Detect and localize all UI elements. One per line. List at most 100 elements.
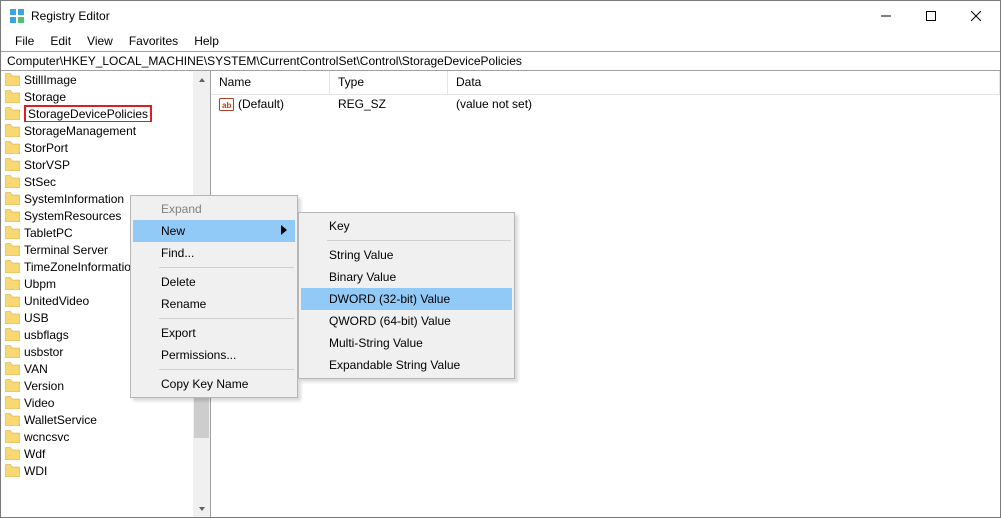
ctx-expand[interactable]: Expand: [133, 198, 295, 220]
tree-item[interactable]: StorPort: [1, 139, 193, 156]
menu-favorites[interactable]: Favorites: [121, 33, 186, 49]
ctx-new-dword32-label: DWORD (32-bit) Value: [329, 292, 450, 306]
menu-separator: [159, 267, 294, 268]
folder-icon: [5, 209, 20, 222]
tree-item[interactable]: wcncsvc: [1, 428, 193, 445]
ctx-new-key-label: Key: [329, 219, 350, 233]
tree-item-label: StSec: [24, 175, 56, 189]
ctx-find-label: Find...: [161, 246, 194, 260]
ctx-copy-key-name-label: Copy Key Name: [161, 377, 248, 391]
ctx-export-label: Export: [161, 326, 196, 340]
registry-editor-window: Registry Editor File Edit View Favorites…: [0, 0, 1001, 518]
tree-item-label: StorPort: [24, 141, 68, 155]
cell-data: (value not set): [448, 97, 1000, 111]
tree-item[interactable]: StorageManagement: [1, 122, 193, 139]
folder-icon: [5, 141, 20, 154]
menubar: File Edit View Favorites Help: [1, 31, 1000, 51]
tree-item[interactable]: WalletService: [1, 411, 193, 428]
ctx-new-string[interactable]: String Value: [301, 244, 512, 266]
tree-item-label: Storage: [24, 90, 66, 104]
list-row[interactable]: ab (Default) REG_SZ (value not set): [211, 95, 1000, 113]
tree-item[interactable]: StillImage: [1, 71, 193, 88]
folder-icon: [5, 379, 20, 392]
folder-icon: [5, 430, 20, 443]
ctx-new[interactable]: New: [133, 220, 295, 242]
ctx-new-label: New: [161, 224, 185, 238]
ctx-delete[interactable]: Delete: [133, 271, 295, 293]
chevron-right-icon: [281, 225, 287, 238]
scroll-down-arrow[interactable]: [193, 500, 210, 517]
tree-item-label: Video: [24, 396, 54, 410]
ctx-find[interactable]: Find...: [133, 242, 295, 264]
tree-item-label: Ubpm: [24, 277, 56, 291]
tree-item-label: Wdf: [24, 447, 45, 461]
tree-item-label: TimeZoneInformation: [24, 260, 138, 274]
tree-item-label: wcncsvc: [24, 430, 69, 444]
menu-help[interactable]: Help: [186, 33, 227, 49]
column-data[interactable]: Data: [448, 71, 1000, 94]
folder-icon: [5, 243, 20, 256]
ctx-new-qword64-label: QWORD (64-bit) Value: [329, 314, 451, 328]
folder-icon: [5, 311, 20, 324]
folder-icon: [5, 413, 20, 426]
folder-icon: [5, 175, 20, 188]
menu-file[interactable]: File: [7, 33, 42, 49]
folder-icon: [5, 90, 20, 103]
close-button[interactable]: [953, 1, 998, 31]
tree-item-label: WalletService: [24, 413, 97, 427]
column-type[interactable]: Type: [330, 71, 448, 94]
tree-item[interactable]: Wdf: [1, 445, 193, 462]
cell-type: REG_SZ: [330, 97, 448, 111]
ctx-expand-label: Expand: [161, 202, 202, 216]
ctx-new-binary-label: Binary Value: [329, 270, 396, 284]
tree-item-label: Terminal Server: [24, 243, 108, 257]
scroll-up-arrow[interactable]: [193, 71, 210, 88]
new-submenu: Key String Value Binary Value DWORD (32-…: [298, 212, 515, 379]
folder-icon: [5, 277, 20, 290]
value-name: (Default): [238, 97, 284, 111]
ctx-new-dword32[interactable]: DWORD (32-bit) Value: [301, 288, 512, 310]
maximize-button[interactable]: [908, 1, 953, 31]
folder-icon: [5, 328, 20, 341]
folder-icon: [5, 73, 20, 86]
ctx-new-expandable-label: Expandable String Value: [329, 358, 460, 372]
regedit-icon: [9, 8, 25, 24]
ctx-export[interactable]: Export: [133, 322, 295, 344]
tree-item[interactable]: StSec: [1, 173, 193, 190]
ctx-permissions[interactable]: Permissions...: [133, 344, 295, 366]
tree-item-label: StorVSP: [24, 158, 70, 172]
ctx-new-key[interactable]: Key: [301, 215, 512, 237]
tree-item-label: Version: [24, 379, 64, 393]
column-name[interactable]: Name: [211, 71, 330, 94]
tree-item-label: SystemInformation: [24, 192, 124, 206]
address-bar[interactable]: Computer\HKEY_LOCAL_MACHINE\SYSTEM\Curre…: [1, 51, 1000, 71]
folder-icon: [5, 107, 20, 120]
menu-separator: [159, 318, 294, 319]
menu-view[interactable]: View: [79, 33, 121, 49]
tree-item-label: VAN: [24, 362, 48, 376]
ctx-new-qword64[interactable]: QWORD (64-bit) Value: [301, 310, 512, 332]
titlebar: Registry Editor: [1, 1, 1000, 31]
ctx-copy-key-name[interactable]: Copy Key Name: [133, 373, 295, 395]
tree-item-label: USB: [24, 311, 49, 325]
menu-edit[interactable]: Edit: [42, 33, 79, 49]
ctx-new-expandable[interactable]: Expandable String Value: [301, 354, 512, 376]
minimize-button[interactable]: [863, 1, 908, 31]
ctx-new-multistring[interactable]: Multi-String Value: [301, 332, 512, 354]
tree-item[interactable]: Storage: [1, 88, 193, 105]
tree-item-label: WDI: [24, 464, 47, 478]
main-area: StillImageStorageStorageDevicePoliciesSt…: [1, 71, 1000, 517]
tree-item[interactable]: WDI: [1, 462, 193, 479]
folder-icon: [5, 192, 20, 205]
tree-item[interactable]: StorageDevicePolicies: [1, 105, 193, 122]
ctx-new-binary[interactable]: Binary Value: [301, 266, 512, 288]
folder-icon: [5, 294, 20, 307]
tree-item-label: StillImage: [24, 73, 77, 87]
tree-item[interactable]: StorVSP: [1, 156, 193, 173]
folder-icon: [5, 260, 20, 273]
ctx-permissions-label: Permissions...: [161, 348, 236, 362]
ctx-rename[interactable]: Rename: [133, 293, 295, 315]
folder-icon: [5, 464, 20, 477]
menu-separator: [327, 240, 511, 241]
ctx-new-multistring-label: Multi-String Value: [329, 336, 423, 350]
